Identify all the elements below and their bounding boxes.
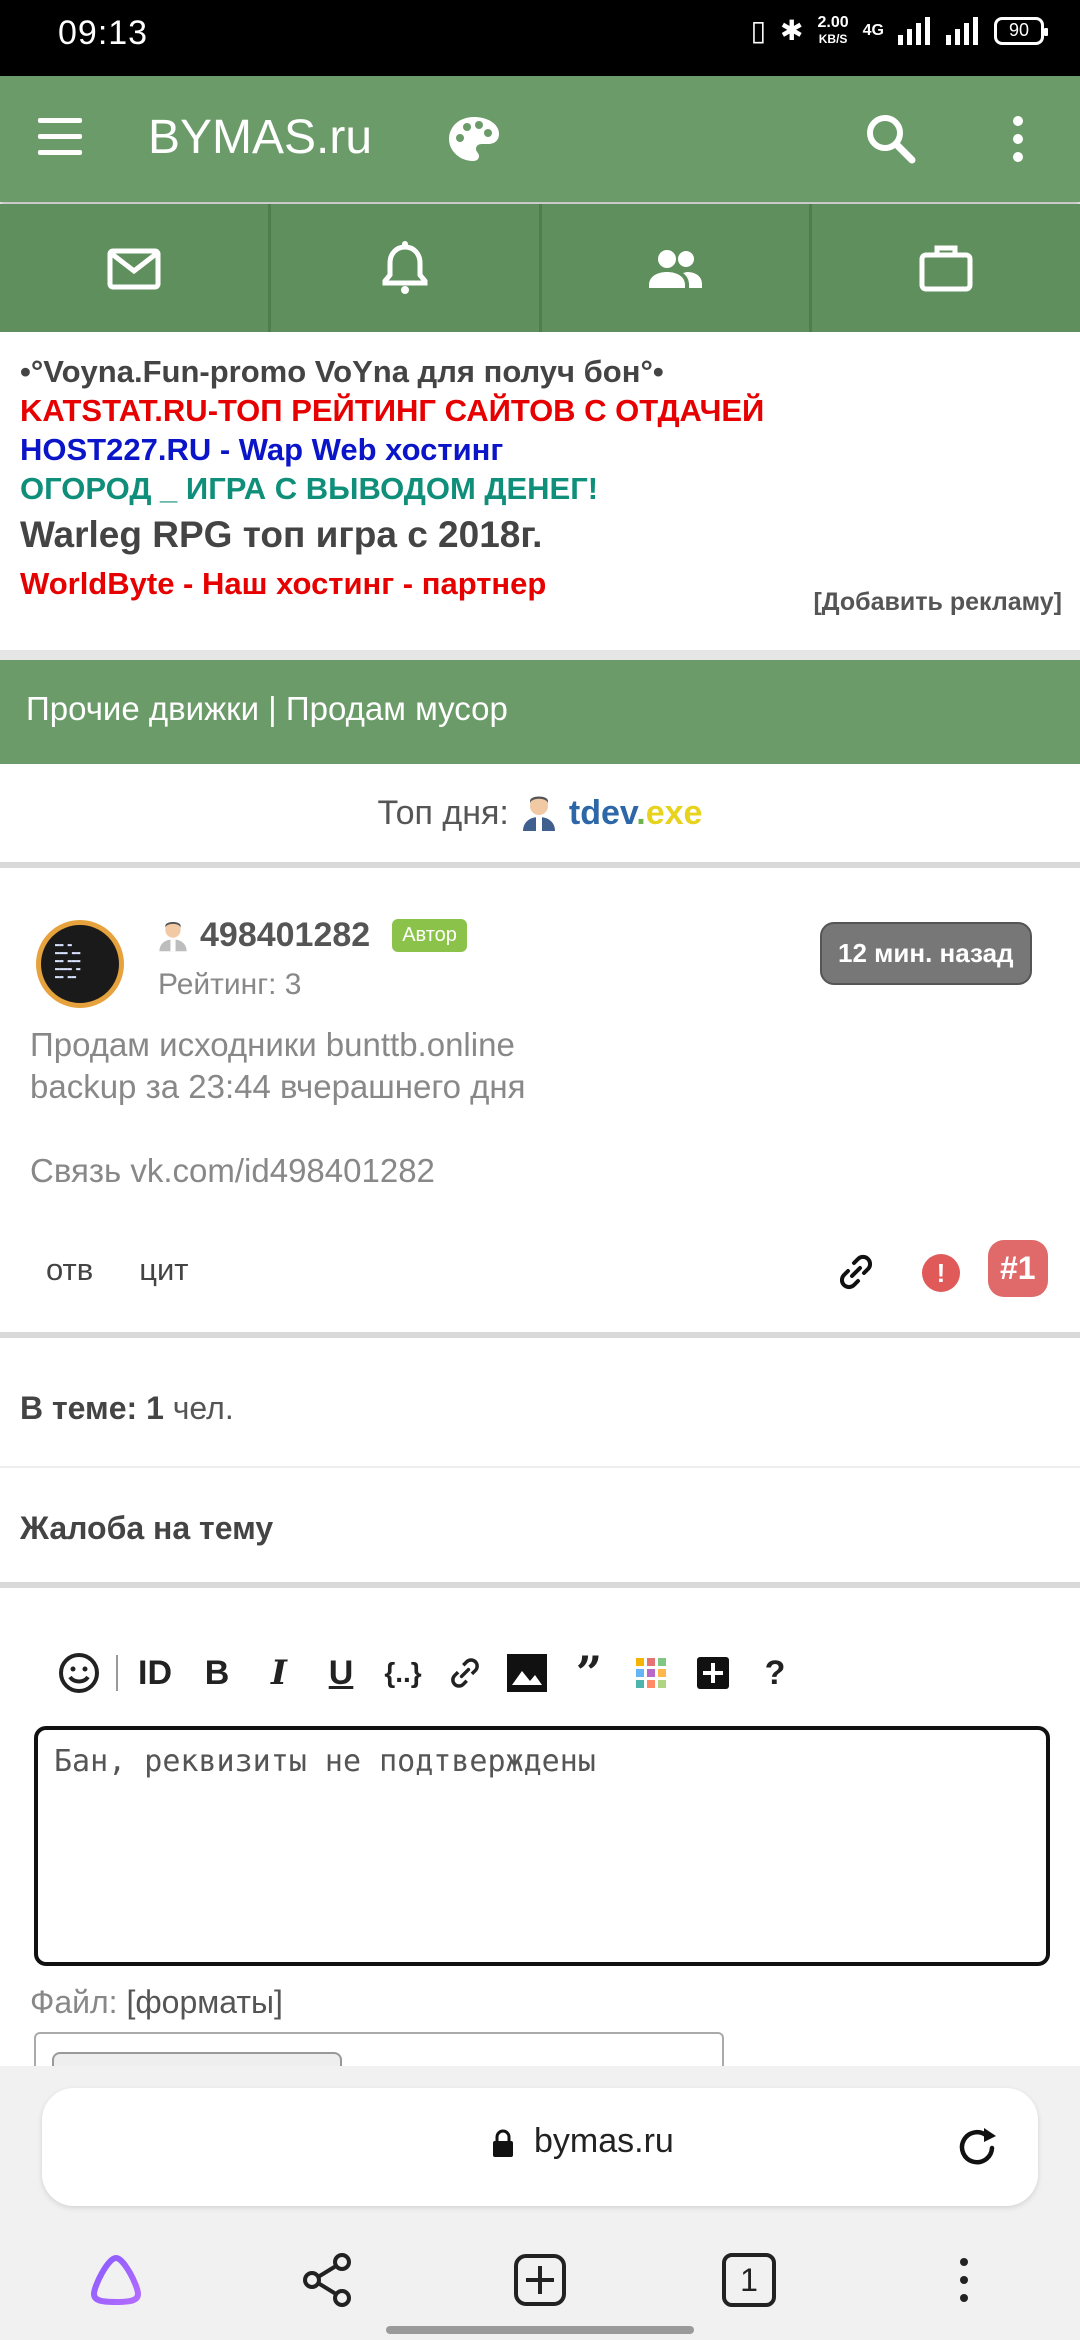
- more-vert-icon[interactable]: [1004, 114, 1032, 164]
- nav-tabs: [0, 204, 1080, 332]
- avatar[interactable]: ▬▬ ▬ ▬▬▬ ▬▬ ▬▬ ▬▬▬ ▬▬▬▬ ▬ ▬▬ ▬▬: [36, 920, 124, 1008]
- nav-tab-people[interactable]: [542, 204, 813, 332]
- app-title[interactable]: BYMAS.ru: [148, 110, 372, 165]
- report-icon[interactable]: !: [922, 1254, 960, 1292]
- in-topic-count: 1: [146, 1390, 164, 1426]
- signal-icon-2: [946, 16, 978, 45]
- top-user-part3: exe: [645, 793, 703, 832]
- editor-toolbar: ID B I U {..} ” ?: [48, 1646, 806, 1700]
- post-author: 498401282 Автор: [156, 916, 467, 955]
- italic-icon[interactable]: I: [248, 1646, 310, 1700]
- nav-tab-notifications[interactable]: [271, 204, 542, 332]
- ads-block: •°Voyna.Fun-promo VoYna для получ бон°• …: [0, 334, 1080, 652]
- network-type: 4G: [862, 21, 884, 39]
- status-bar: 09:13 ▯ ✱ 2.00 KB/S 4G 90: [0, 0, 1080, 76]
- divider: [0, 650, 1080, 660]
- user-icon: [522, 796, 555, 831]
- post-username[interactable]: 498401282: [200, 916, 370, 955]
- share-icon[interactable]: [298, 2250, 358, 2310]
- home-indicator[interactable]: [386, 2326, 694, 2334]
- net-speed-unit: KB/S: [818, 31, 848, 46]
- code-icon[interactable]: {..}: [372, 1646, 434, 1700]
- tabs-count-icon[interactable]: 1: [722, 2253, 776, 2307]
- message-textarea[interactable]: Бан, реквизиты не подтверждены: [34, 1726, 1050, 1966]
- quote-icon[interactable]: ”: [558, 1646, 620, 1700]
- ad-link-5[interactable]: Warleg RPG топ игра с 2018г.: [20, 508, 1060, 562]
- vibrate-icon: ▯: [750, 15, 767, 46]
- breadcrumb[interactable]: Прочие движки | Продам мусор: [0, 660, 1080, 764]
- file-label: Файл: [форматы]: [30, 1984, 283, 2021]
- color-icon[interactable]: [620, 1646, 682, 1700]
- add-ad-link[interactable]: [Добавить рекламу]: [813, 588, 1062, 617]
- underline-icon[interactable]: U: [310, 1646, 372, 1700]
- bell-icon: [382, 241, 428, 294]
- file-label-text: Файл:: [30, 1984, 118, 2020]
- top-of-day: Топ дня: tdev.exe: [0, 764, 1080, 868]
- author-badge: Автор: [392, 919, 467, 952]
- search-icon[interactable]: [864, 112, 916, 164]
- smile-icon[interactable]: [48, 1646, 110, 1700]
- battery-icon: 90: [994, 16, 1048, 45]
- in-topic-unit: чел.: [172, 1390, 234, 1426]
- post: ▬▬ ▬ ▬▬▬ ▬▬ ▬▬ ▬▬▬ ▬▬▬▬ ▬ ▬▬ ▬▬ 498401282 Ав…: [0, 876, 1080, 1338]
- ad-link-3[interactable]: HOST227.RU - Wap Web хостинг: [20, 430, 1060, 469]
- post-time-badge: 12 мин. назад: [820, 922, 1032, 985]
- status-icons: ▯ ✱ 2.00 KB/S 4G 90: [750, 13, 1048, 47]
- url-text[interactable]: bymas.ru: [534, 2122, 674, 2161]
- browser-nav: 1: [0, 2236, 1080, 2326]
- mail-icon: [107, 248, 161, 290]
- topic-viewers: В теме: 1 чел.: [0, 1344, 1080, 1468]
- quote-button[interactable]: цит: [139, 1252, 188, 1288]
- user-icon: [159, 921, 187, 951]
- bluetooth-icon: ✱: [780, 15, 804, 46]
- post-number[interactable]: #1: [988, 1240, 1048, 1297]
- reload-icon[interactable]: [954, 2124, 1000, 2170]
- ad-link-2[interactable]: KATSTAT.RU-ТОП РЕЙТИНГ САЙТОВ С ОТДАЧЕЙ: [20, 391, 1060, 430]
- top-user-part2: .: [636, 793, 646, 832]
- ad-link-4[interactable]: ОГОРОД _ ИГРА С ВЫВОДОМ ДЕНЕГ!: [20, 469, 1060, 508]
- menu-icon[interactable]: [38, 118, 82, 155]
- nav-tab-briefcase[interactable]: [812, 204, 1080, 332]
- status-time: 09:13: [58, 14, 149, 52]
- in-topic-label: В теме:: [20, 1390, 138, 1426]
- top-day-label: Топ дня:: [377, 793, 509, 832]
- plus-icon[interactable]: [682, 1646, 744, 1700]
- net-speed-value: 2.00: [817, 13, 849, 31]
- image-icon[interactable]: [496, 1646, 558, 1700]
- alice-assistant-icon[interactable]: [86, 2250, 146, 2310]
- reply-button[interactable]: отв: [46, 1252, 93, 1288]
- toolbar-divider: [116, 1655, 118, 1691]
- nav-tab-mail[interactable]: [0, 204, 271, 332]
- post-rating: Рейтинг: 3: [158, 968, 302, 1001]
- help-icon[interactable]: ?: [744, 1646, 806, 1700]
- link-icon[interactable]: [834, 1250, 878, 1294]
- bold-icon[interactable]: B: [186, 1646, 248, 1700]
- id-icon[interactable]: ID: [124, 1646, 186, 1700]
- link-icon-toolbar[interactable]: [434, 1646, 496, 1700]
- ad-link-1[interactable]: •°Voyna.Fun-promo VoYna для получ бон°•: [20, 352, 1060, 391]
- url-bar[interactable]: bymas.ru: [42, 2088, 1038, 2206]
- briefcase-icon: [919, 245, 973, 292]
- post-actions: отв цит: [46, 1252, 189, 1288]
- browser-menu-icon[interactable]: [934, 2250, 994, 2310]
- lock-icon: [493, 2129, 513, 2157]
- palette-icon[interactable]: [446, 114, 502, 164]
- post-body: Продам исходники bunttb.online backup за…: [30, 1026, 526, 1189]
- signal-icon: [898, 16, 930, 45]
- new-tab-icon[interactable]: [510, 2250, 570, 2310]
- avatar-image: ▬▬ ▬ ▬▬▬ ▬▬ ▬▬ ▬▬▬ ▬▬▬▬ ▬ ▬▬ ▬▬: [55, 941, 81, 981]
- top-user-link[interactable]: tdev.exe: [569, 794, 703, 833]
- people-icon: [649, 250, 703, 288]
- complaint-link[interactable]: Жалоба на тему: [0, 1470, 1080, 1588]
- formats-link[interactable]: [форматы]: [126, 1984, 282, 2020]
- net-speed: 2.00 KB/S: [817, 13, 849, 47]
- tabs-count: 1: [740, 2261, 758, 2298]
- app-bar: BYMAS.ru: [0, 76, 1080, 202]
- top-user-part1: tdev: [568, 793, 637, 832]
- battery-level: 90: [1008, 20, 1030, 40]
